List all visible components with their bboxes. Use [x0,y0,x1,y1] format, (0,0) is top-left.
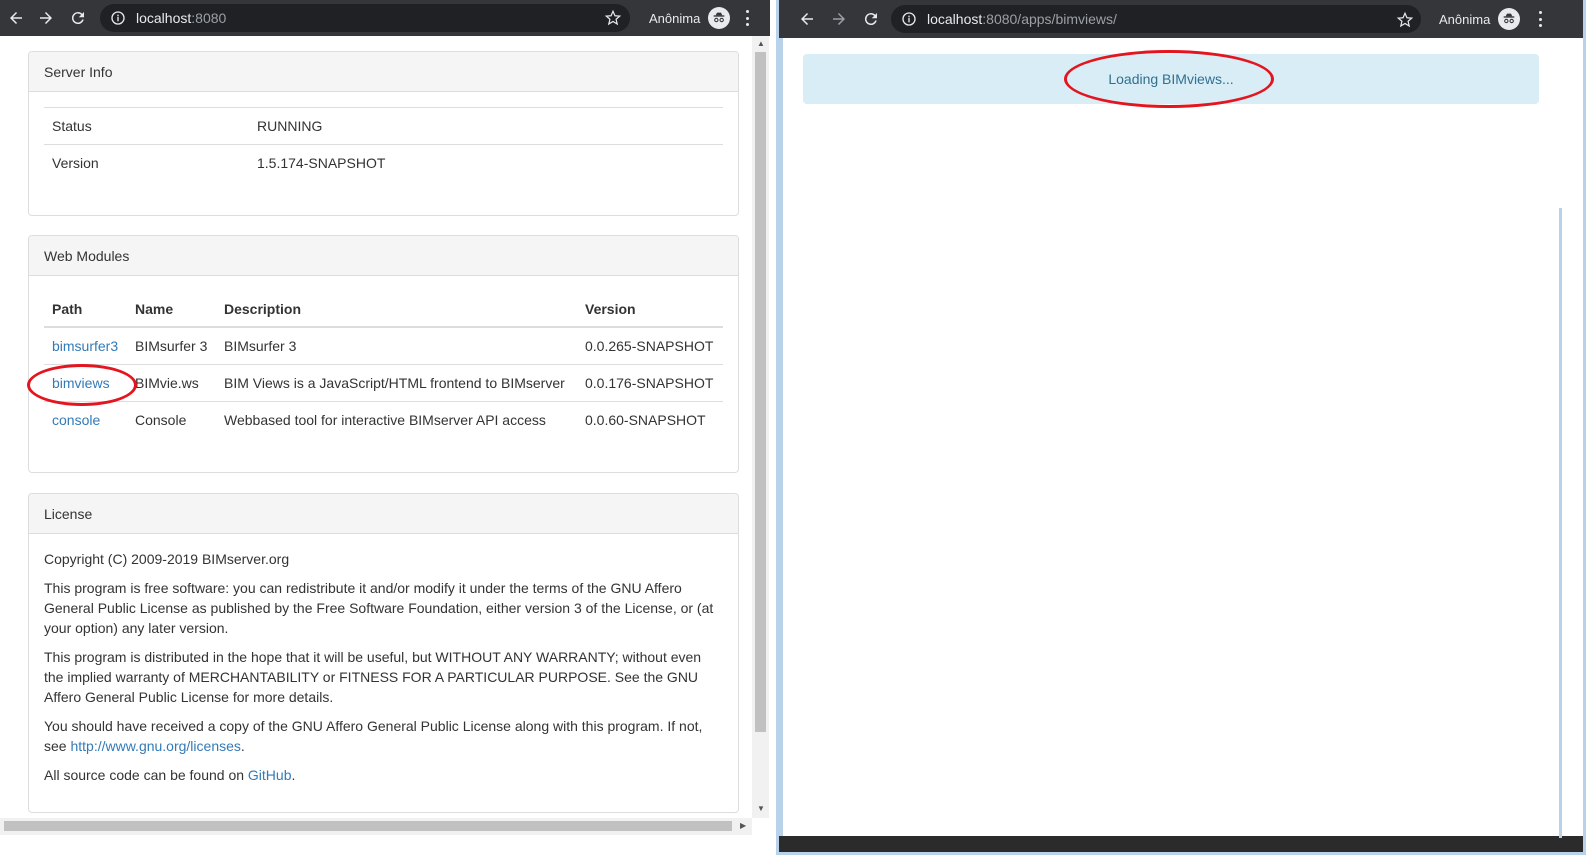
module-link-bimviews[interactable]: bimviews [52,375,110,391]
url-host: localhost [927,11,983,27]
module-description: Webbased tool for interactive BIMserver … [216,400,577,438]
col-path: Path [44,291,127,328]
profile-label: Anônima [1439,11,1491,27]
arrow-left-icon [801,13,813,25]
address-bar[interactable]: localhost:8080/apps/bimviews/ [891,5,1421,33]
web-modules-heading: Web Modules [29,236,738,276]
module-name: BIMvie.ws [127,363,216,401]
vertical-scroll-thumb[interactable] [755,52,766,732]
license-panel: License Copyright (C) 2009-2019 BIMserve… [28,493,739,813]
reload-icon [864,13,877,26]
version-key: Version [44,144,249,182]
scroll-down-arrow-icon[interactable]: ▼ [757,804,765,813]
forward-button[interactable] [30,2,62,34]
license-p3-end: . [240,738,245,754]
reload-button[interactable] [62,2,94,34]
license-paragraph-1: This program is free software: you can r… [44,580,714,636]
right-scroll-area [1559,38,1583,838]
info-icon [111,11,125,25]
module-name: BIMsurfer 3 [127,326,216,364]
bookmark-star-icon[interactable] [1396,11,1414,29]
module-name: Console [127,400,216,438]
left-browser-window: localhost:8080 Anônima Server Info Statu… [0,0,770,855]
module-link-console[interactable]: console [52,412,100,428]
server-info-table: Status RUNNING Version 1.5.174-SNAPSHOT [44,107,723,182]
table-row: bimsurfer3 BIMsurfer 3 BIMsurfer 3 0.0.2… [44,326,723,364]
bookmark-star-icon[interactable] [604,9,622,27]
horizontal-scroll-thumb[interactable] [4,821,732,831]
url-rest: :8080/apps/bimviews/ [982,11,1117,27]
reload-icon [71,12,84,25]
table-row: Version 1.5.174-SNAPSHOT [44,144,723,182]
right-page-content: Loading BIMviews... [779,38,1559,836]
arrow-left-icon [10,12,22,24]
left-toolbar: localhost:8080 Anônima [0,0,770,36]
module-version: 0.0.60-SNAPSHOT [577,400,723,438]
back-button[interactable] [0,2,32,34]
module-version: 0.0.176-SNAPSHOT [577,363,723,401]
address-bar[interactable]: localhost:8080 [100,4,630,32]
forward-button[interactable] [823,3,855,35]
license-heading: License [29,494,738,534]
col-version: Version [577,291,723,328]
url-rest: :8080 [191,10,227,26]
right-scroll-indicator [1559,208,1562,838]
license-p4-end: . [291,767,296,783]
table-row: console Console Webbased tool for intera… [44,400,723,438]
arrow-right-icon [40,12,52,24]
license-p4-text: All source code can be found on [44,767,248,783]
col-name: Name [127,291,216,328]
license-copyright: Copyright (C) 2009-2019 BIMserver.org [44,551,290,567]
vertical-scrollbar[interactable]: ▲ ▼ [752,36,769,818]
web-modules-table: Path Name Description Version bimsurfer3… [44,291,723,438]
license-paragraph-2: This program is distributed in the hope … [44,649,702,705]
version-value: 1.5.174-SNAPSHOT [249,144,723,182]
module-description: BIMsurfer 3 [216,326,577,364]
server-info-panel: Server Info Status RUNNING Version 1.5.1… [28,51,739,216]
horizontal-scrollbar[interactable]: ▶ [0,818,752,835]
right-toolbar: localhost:8080/apps/bimviews/ Anônima [779,0,1583,38]
profile-button[interactable]: Anônima [649,7,731,29]
incognito-icon [708,7,731,29]
scroll-right-arrow-icon[interactable]: ▶ [740,821,746,830]
col-description: Description [216,291,577,328]
url-host: localhost [136,10,192,26]
left-page-content: Server Info Status RUNNING Version 1.5.1… [0,36,752,818]
window-border-strip [779,38,783,836]
license-paragraph-3: You should have received a copy of the G… [44,716,723,756]
profile-button[interactable]: Anônima [1439,8,1521,30]
reload-button[interactable] [855,3,887,35]
status-key: Status [44,107,249,145]
web-modules-panel: Web Modules Path Name Description Versio… [28,235,739,473]
license-paragraph-4: All source code can be found on GitHub. [44,765,723,785]
menu-dots-icon[interactable] [740,8,754,28]
loading-text: Loading BIMviews... [1108,71,1234,87]
right-browser-window: localhost:8080/apps/bimviews/ Anônima Lo… [776,0,1586,855]
table-row: bimviews BIMvie.ws BIM Views is a JavaSc… [44,363,723,401]
github-link[interactable]: GitHub [248,767,292,783]
menu-dots-icon[interactable] [1533,9,1547,29]
gnu-licenses-link[interactable]: http://www.gnu.org/licenses [70,738,240,754]
module-link-bimsurfer3[interactable]: bimsurfer3 [52,338,118,354]
status-value: RUNNING [249,107,723,145]
profile-label: Anônima [649,10,701,26]
module-description: BIM Views is a JavaScript/HTML frontend … [216,363,577,401]
arrow-right-icon [833,13,845,25]
server-info-heading: Server Info [29,52,738,92]
table-row: Status RUNNING [44,107,723,145]
scroll-up-arrow-icon[interactable]: ▲ [757,39,765,48]
module-version: 0.0.265-SNAPSHOT [577,326,723,364]
incognito-icon [1498,8,1521,30]
info-icon [902,12,916,26]
back-button[interactable] [791,3,823,35]
loading-alert: Loading BIMviews... [803,54,1539,104]
table-header-row: Path Name Description Version [44,291,723,328]
